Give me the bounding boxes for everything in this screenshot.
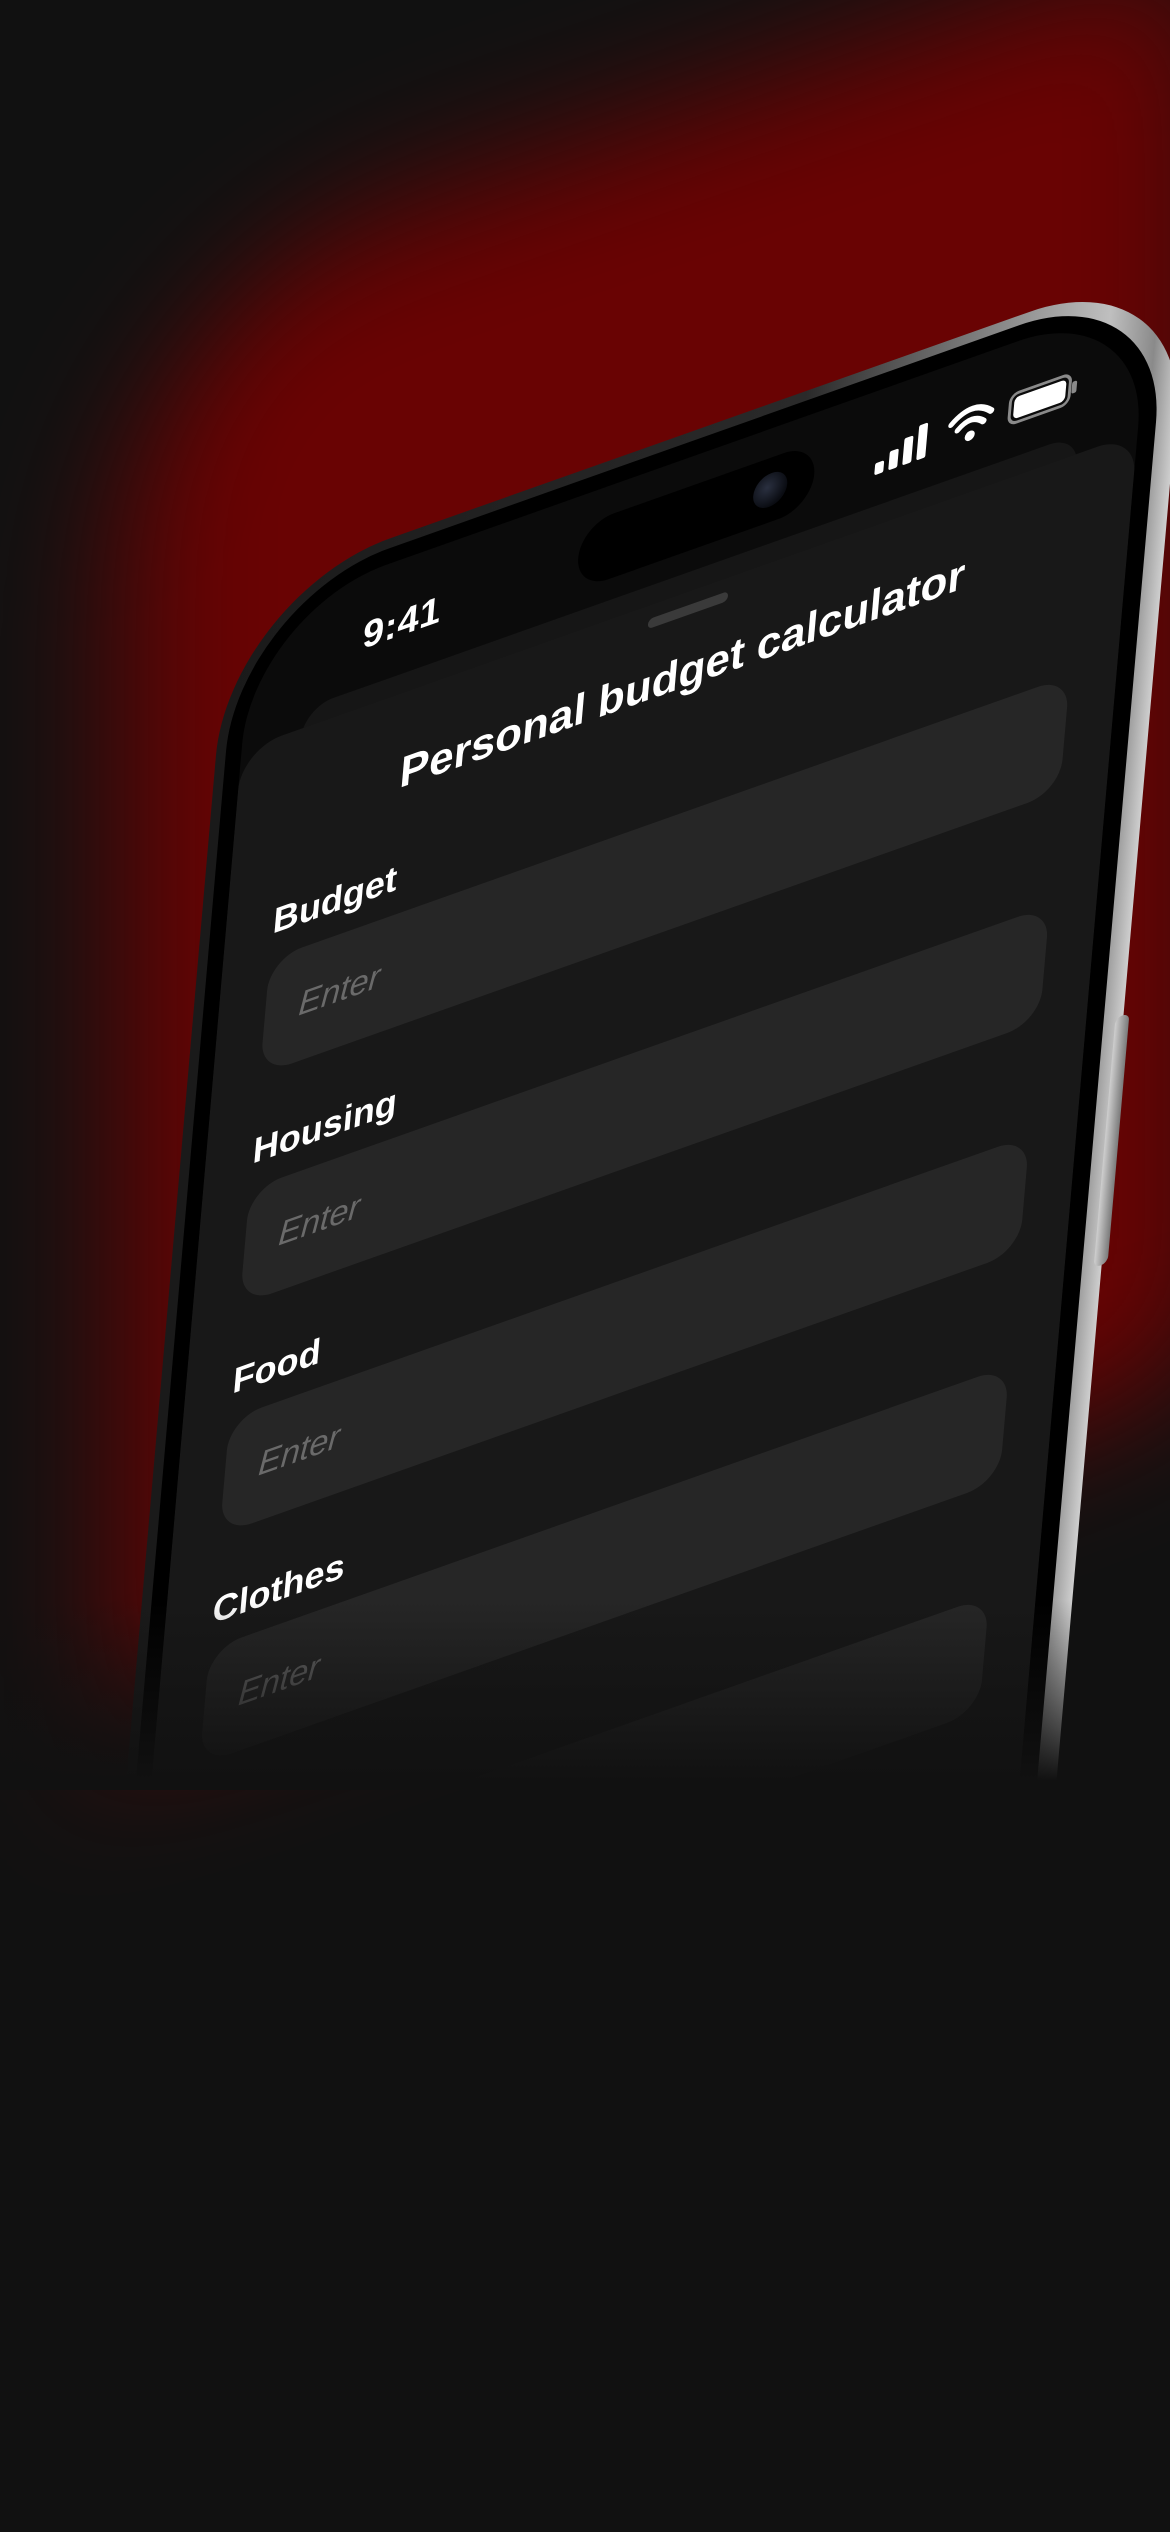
phone-device: 9:41 Personal budget calculator Budget E… [72, 255, 1170, 1780]
status-time: 9:41 [361, 588, 443, 659]
phone-viewport: 9:41 Personal budget calculator Budget E… [0, 0, 1170, 1780]
bottom-fade [0, 1600, 1170, 1790]
phone-screen: 9:41 Personal budget calculator Budget E… [99, 294, 1150, 1780]
camera-icon [751, 466, 789, 513]
wifi-icon [948, 404, 995, 442]
battery-icon [1007, 374, 1078, 425]
promo-stage: 9:41 Personal budget calculator Budget E… [0, 0, 1170, 2532]
cellular-signal-icon [874, 422, 929, 475]
